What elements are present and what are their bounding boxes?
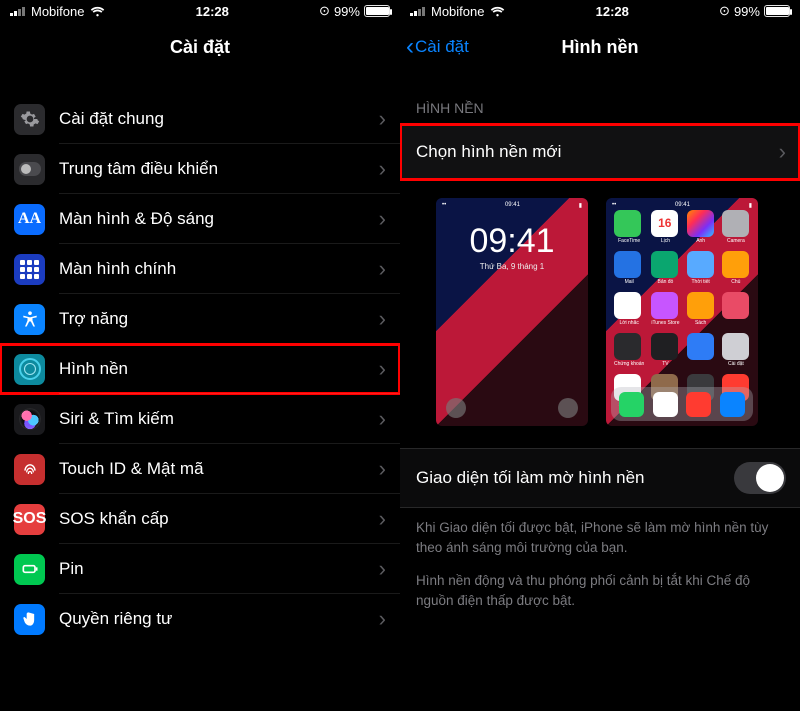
toggle-label: Giao diện tối làm mờ hình nền	[416, 468, 645, 488]
battery-pct: 99%	[734, 4, 760, 19]
row-label: Màn hình chính	[59, 259, 379, 279]
chevron-right-icon: ›	[379, 406, 400, 432]
row-privacy[interactable]: Quyền riêng tư ›	[0, 594, 400, 644]
settings-root-pane: Mobifone 12:28 ⊙ 99% Cài đặt Cài đặt chu…	[0, 0, 400, 711]
camera-icon	[558, 398, 578, 418]
settings-list: Cài đặt chung › Trung tâm điều khiển › A…	[0, 94, 400, 644]
home-screen-preview[interactable]: ••09:41▮ FaceTime 16Lịch Ảnh Camera Mail…	[606, 198, 758, 426]
battery-icon	[764, 5, 790, 17]
wallpaper-settings-pane: Mobifone 12:28 ⊙ 99% ‹ Cài đặt Hình nền …	[400, 0, 800, 711]
choose-new-wallpaper-row[interactable]: Chọn hình nền mới ›	[400, 124, 800, 180]
flashlight-icon	[446, 398, 466, 418]
row-wallpaper[interactable]: Hình nền ›	[0, 344, 400, 394]
page-title: Cài đặt	[170, 37, 230, 58]
dark-dim-toggle-row[interactable]: Giao diện tối làm mờ hình nền	[400, 448, 800, 508]
row-label: Siri & Tìm kiếm	[59, 409, 379, 429]
row-siri[interactable]: Siri & Tìm kiếm ›	[0, 394, 400, 444]
cell-signal-icon	[410, 6, 425, 16]
toggle-switch[interactable]	[734, 462, 786, 494]
chevron-right-icon: ›	[379, 606, 400, 632]
lock-time: 09:41	[436, 222, 588, 261]
chevron-right-icon: ›	[379, 206, 400, 232]
row-label: Quyền riêng tư	[59, 609, 379, 629]
row-label: Trung tâm điều khiển	[59, 159, 379, 179]
battery-pct: 99%	[334, 4, 360, 19]
gear-icon	[14, 104, 45, 135]
row-label: Chọn hình nền mới	[416, 142, 561, 162]
chevron-right-icon: ›	[779, 139, 786, 165]
row-touchid[interactable]: Touch ID & Mật mã ›	[0, 444, 400, 494]
row-label: Hình nền	[59, 359, 379, 379]
wifi-icon	[90, 6, 105, 17]
carrier-label: Mobifone	[431, 4, 484, 19]
page-title: Hình nền	[562, 37, 639, 58]
back-button[interactable]: ‹ Cài đặt	[406, 37, 469, 57]
row-label: Pin	[59, 559, 379, 579]
fingerprint-icon	[14, 454, 45, 485]
chevron-right-icon: ›	[379, 306, 400, 332]
chevron-right-icon: ›	[379, 356, 400, 382]
wallpaper-previews: ••09:41▮ 09:41 Thứ Ba, 9 tháng 1 ••09:41…	[400, 180, 800, 448]
chevron-right-icon: ›	[379, 156, 400, 182]
row-home-screen[interactable]: Màn hình chính ›	[0, 244, 400, 294]
row-display[interactable]: AA Màn hình & Độ sáng ›	[0, 194, 400, 244]
lock-screen-preview[interactable]: ••09:41▮ 09:41 Thứ Ba, 9 tháng 1	[436, 198, 588, 426]
footer-note: Khi Giao diện tối được bật, iPhone sẽ là…	[400, 508, 800, 557]
row-label: Cài đặt chung	[59, 109, 379, 129]
sos-icon: SOS	[14, 504, 45, 535]
nav-title-bar: Cài đặt	[0, 22, 400, 72]
siri-icon	[14, 404, 45, 435]
nav-title-bar: ‹ Cài đặt Hình nền	[400, 22, 800, 72]
chevron-right-icon: ›	[379, 106, 400, 132]
row-label: SOS khẩn cấp	[59, 509, 379, 529]
chevron-right-icon: ›	[379, 556, 400, 582]
row-sos[interactable]: SOS SOS khẩn cấp ›	[0, 494, 400, 544]
row-accessibility[interactable]: Trợ năng ›	[0, 294, 400, 344]
display-icon: AA	[14, 204, 45, 235]
privacy-hand-icon	[14, 604, 45, 635]
battery-row-icon	[14, 554, 45, 585]
row-label: Màn hình & Độ sáng	[59, 209, 379, 229]
back-label: Cài đặt	[415, 37, 469, 57]
row-label: Touch ID & Mật mã	[59, 459, 379, 479]
footer-note: Hình nền động và thu phóng phối cảnh bị …	[400, 557, 800, 610]
wifi-icon	[490, 6, 505, 17]
chevron-right-icon: ›	[379, 456, 400, 482]
row-battery[interactable]: Pin ›	[0, 544, 400, 594]
battery-icon	[364, 5, 390, 17]
alarm-icon: ⊙	[319, 3, 330, 19]
app-grid: FaceTime 16Lịch Ảnh Camera Mail Bản đồ T…	[614, 210, 750, 408]
row-label: Trợ năng	[59, 309, 379, 329]
status-time: 12:28	[596, 4, 629, 19]
control-center-icon	[14, 154, 45, 185]
status-time: 12:28	[196, 4, 229, 19]
chevron-right-icon: ›	[379, 506, 400, 532]
lock-date: Thứ Ba, 9 tháng 1	[436, 262, 588, 271]
section-header: HÌNH NỀN	[400, 72, 800, 124]
status-bar: Mobifone 12:28 ⊙ 99%	[400, 0, 800, 22]
row-control-center[interactable]: Trung tâm điều khiển ›	[0, 144, 400, 194]
carrier-label: Mobifone	[31, 4, 84, 19]
chevron-right-icon: ›	[379, 256, 400, 282]
row-general[interactable]: Cài đặt chung ›	[0, 94, 400, 144]
alarm-icon: ⊙	[719, 3, 730, 19]
status-bar: Mobifone 12:28 ⊙ 99%	[0, 0, 400, 22]
wallpaper-icon	[14, 354, 45, 385]
home-screen-icon	[14, 254, 45, 285]
accessibility-icon	[14, 304, 45, 335]
dock	[611, 387, 753, 421]
cell-signal-icon	[10, 6, 25, 16]
